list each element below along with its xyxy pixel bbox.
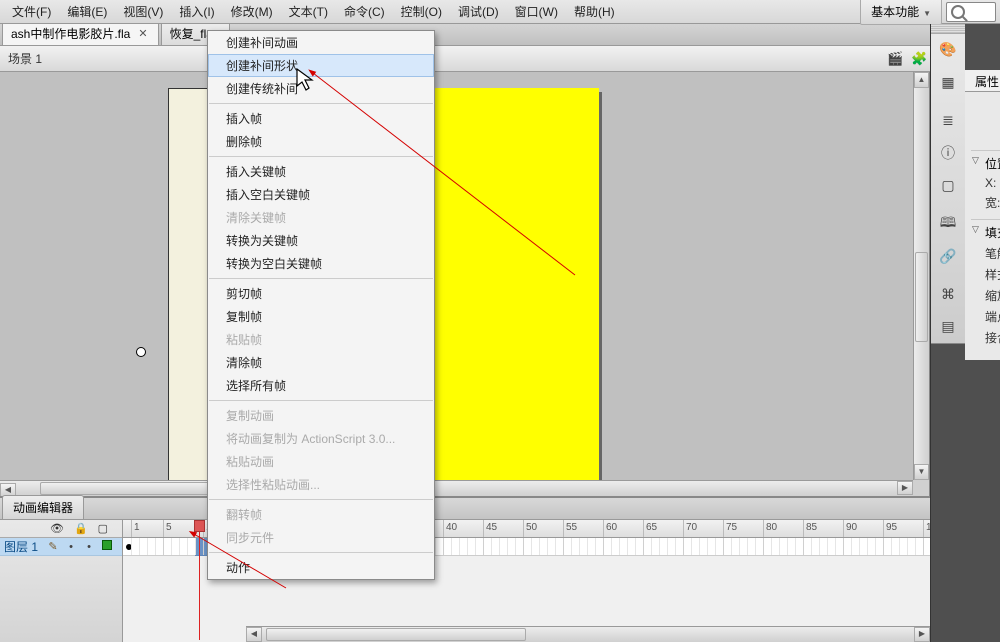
cm-paste-motion-special: 选择性粘贴动画...	[208, 473, 434, 496]
cm-insert-blank-keyframe[interactable]: 插入空白关键帧	[208, 183, 434, 206]
cm-convert-to-blank-keyframes[interactable]: 转换为空白关键帧	[208, 252, 434, 275]
snippets-icon[interactable]: ▤	[933, 314, 963, 341]
close-icon[interactable]: ✕	[138, 27, 147, 40]
layer-header: 👁 🔒 ▢	[0, 520, 122, 538]
scene-label: 场景 1	[8, 50, 883, 67]
document-tabstrip: ash中制作电影胶片.fla✕ 恢复_flas	[0, 24, 1000, 46]
scroll-thumb[interactable]	[915, 252, 928, 342]
cm-create-motion-tween[interactable]: 创建补间动画	[208, 31, 434, 54]
workspace-switcher[interactable]: 基本功能▼	[860, 0, 942, 25]
cm-paste-motion: 粘贴动画	[208, 450, 434, 473]
palette-icon[interactable]: 🎨	[933, 37, 963, 64]
right-dock: 🎨 ▦ ≣ ⓘ ▢ 🕮 🔗 ⌘ ▤ 属性 库 位置和大小 X: 宽: 填充和笔触	[930, 24, 1000, 642]
menubar: 文件(F) 编辑(E) 视图(V) 插入(I) 修改(M) 文本(T) 命令(C…	[0, 0, 1000, 24]
menu-debug[interactable]: 调试(D)	[450, 0, 507, 24]
menu-help[interactable]: 帮助(H)	[566, 0, 623, 24]
timeline-horizontal-scrollbar[interactable]: ◀ ▶	[246, 626, 930, 642]
layer-visible-dot[interactable]: •	[62, 541, 80, 553]
layer-outline-swatch[interactable]	[98, 540, 116, 553]
cm-clear-frames[interactable]: 清除帧	[208, 351, 434, 374]
cm-insert-keyframe[interactable]: 插入关键帧	[208, 160, 434, 183]
cm-create-classic-tween[interactable]: 创建传统补间	[208, 77, 434, 100]
playhead[interactable]	[199, 520, 200, 640]
cm-actions[interactable]: 动作	[208, 556, 434, 579]
eye-icon[interactable]: 👁	[50, 522, 64, 535]
scroll-right-button[interactable]: ▶	[914, 627, 930, 642]
info-icon[interactable]: ⓘ	[933, 140, 963, 167]
pencil-icon: ✎	[44, 540, 62, 553]
cm-convert-to-keyframes[interactable]: 转换为关键帧	[208, 229, 434, 252]
transform-handle[interactable]	[136, 347, 146, 357]
scroll-thumb[interactable]	[266, 628, 526, 641]
section-fill-stroke[interactable]: 填充和笔触 笔触: 样式: 缩放: 端点: 接合:	[971, 219, 1000, 354]
tab-properties[interactable]: 属性	[965, 70, 1000, 91]
cm-create-shape-tween[interactable]: 创建补间形状	[208, 54, 434, 77]
timeline-tabstrip: 动画编辑器	[0, 498, 930, 520]
timeline-panel: 动画编辑器 👁 🔒 ▢ 图层 1 ✎ • • 15101520253035404…	[0, 496, 930, 642]
menu-commands[interactable]: 命令(C)	[336, 0, 393, 24]
stage-viewport[interactable]	[0, 72, 913, 480]
edit-scene-icon[interactable]: 🎬	[886, 51, 904, 67]
layer-row[interactable]: 图层 1 ✎ • •	[0, 538, 122, 556]
context-menu: 创建补间动画 创建补间形状 创建传统补间 插入帧 删除帧 插入关键帧 插入空白关…	[207, 30, 435, 580]
properties-tabstrip: 属性 库	[965, 70, 1000, 92]
menu-modify[interactable]: 修改(M)	[223, 0, 281, 24]
layer-name[interactable]: 图层 1	[0, 538, 44, 555]
cm-clear-keyframe: 清除关键帧	[208, 206, 434, 229]
doc-tab-1[interactable]: ash中制作电影胶片.fla✕	[2, 21, 159, 45]
section-position-size[interactable]: 位置和大小 X: 宽:	[971, 150, 1000, 219]
align-icon[interactable]: ≣	[933, 107, 963, 134]
panel-grip[interactable]	[931, 24, 965, 34]
cm-copy-motion: 复制动画	[208, 404, 434, 427]
menu-file[interactable]: 文件(F)	[4, 0, 59, 24]
properties-panel: 位置和大小 X: 宽: 填充和笔触 笔触: 样式: 缩放: 端点: 接合:	[965, 92, 1000, 360]
edit-symbols-icon[interactable]: 🧩	[910, 51, 928, 67]
scroll-up-button[interactable]: ▲	[914, 72, 929, 88]
menu-edit[interactable]: 编辑(E)	[59, 0, 115, 24]
cm-sync-symbols: 同步元件	[208, 526, 434, 549]
search-input[interactable]	[971, 5, 991, 19]
transform-icon[interactable]: ▢	[933, 172, 963, 199]
outline-icon[interactable]: ▢	[98, 522, 108, 535]
cm-select-all-frames[interactable]: 选择所有帧	[208, 374, 434, 397]
cm-reverse-frames: 翻转帧	[208, 503, 434, 526]
code-icon[interactable]: ⌘	[933, 281, 963, 308]
cm-remove-frames[interactable]: 删除帧	[208, 130, 434, 153]
horizontal-scrollbar[interactable]: ◀ ▶	[0, 480, 913, 496]
cm-insert-frame[interactable]: 插入帧	[208, 107, 434, 130]
tab-motion-editor[interactable]: 动画编辑器	[2, 495, 84, 519]
scroll-down-button[interactable]: ▼	[914, 464, 929, 480]
cm-copy-motion-as3: 将动画复制为 ActionScript 3.0...	[208, 427, 434, 450]
cm-cut-frames[interactable]: 剪切帧	[208, 282, 434, 305]
menu-text[interactable]: 文本(T)	[281, 0, 336, 24]
search-icon	[951, 5, 965, 19]
swatches-icon[interactable]: ▦	[933, 69, 963, 96]
menu-window[interactable]: 窗口(W)	[507, 0, 566, 24]
cm-copy-frames[interactable]: 复制帧	[208, 305, 434, 328]
library-icon[interactable]: 🕮	[933, 210, 963, 237]
menu-control[interactable]: 控制(O)	[393, 0, 450, 24]
menu-view[interactable]: 视图(V)	[115, 0, 171, 24]
scene-bar: 场景 1 🎬 🧩 100%▼	[0, 46, 1000, 72]
menu-insert[interactable]: 插入(I)	[171, 0, 222, 24]
layer-column: 👁 🔒 ▢ 图层 1 ✎ • •	[0, 520, 123, 642]
link-icon[interactable]: 🔗	[933, 243, 963, 270]
cm-paste-frames: 粘贴帧	[208, 328, 434, 351]
scroll-right-button[interactable]: ▶	[897, 481, 913, 495]
layer-lock-dot[interactable]: •	[80, 541, 98, 553]
scroll-left-button[interactable]: ◀	[246, 627, 262, 642]
vertical-scrollbar[interactable]: ▲ ▼	[913, 72, 929, 480]
document-area: ▲ ▼ ◀ ▶	[0, 72, 930, 496]
lock-icon[interactable]: 🔒	[74, 522, 88, 535]
search-box[interactable]	[946, 2, 996, 22]
